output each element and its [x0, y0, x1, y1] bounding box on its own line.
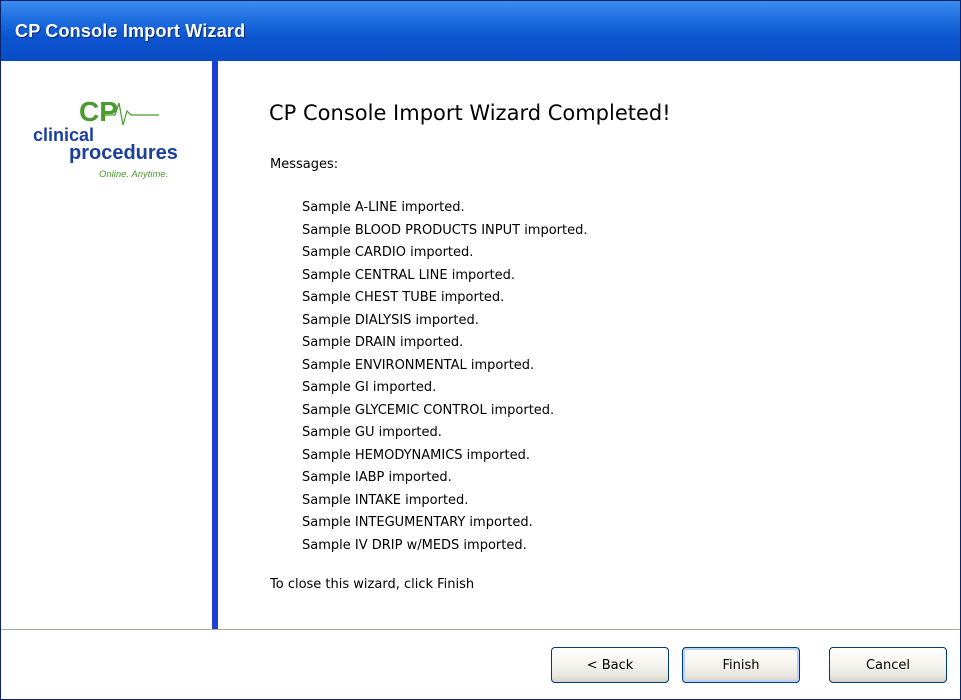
clinical-procedures-logo: CP clinical procedures Online. Anytime. — [33, 96, 178, 180]
messages-label: Messages: — [270, 157, 339, 172]
message-item: Sample GLYCEMIC CONTROL imported. — [302, 402, 555, 418]
back-button[interactable]: < Back — [551, 647, 669, 683]
right-pane: CP Console Import Wizard Completed! Mess… — [218, 61, 960, 629]
logo-line2: procedures — [69, 142, 178, 164]
close-instruction: To close this wizard, click Finish — [270, 577, 475, 592]
button-bar: < Back Finish Cancel — [1, 631, 960, 699]
finish-button[interactable]: Finish — [682, 647, 800, 683]
window-title: CP Console Import Wizard — [15, 21, 246, 41]
message-item: Sample GI imported. — [302, 380, 437, 395]
title-bar[interactable]: CP Console Import Wizard — [1, 1, 960, 62]
cancel-button[interactable]: Cancel — [829, 647, 947, 683]
message-item: Sample CHEST TUBE imported. — [302, 290, 505, 305]
logo-monogram: CP — [79, 96, 118, 127]
message-item: Sample A-LINE imported. — [302, 200, 465, 215]
message-item: Sample IABP imported. — [302, 470, 452, 485]
left-pane: CP clinical procedures Online. Anytime. — [1, 61, 212, 629]
logo-tagline: Online. Anytime. — [99, 169, 168, 180]
messages-list: Sample A-LINE imported. Sample BLOOD PRO… — [302, 197, 588, 557]
message-item: Sample INTAKE imported. — [302, 492, 469, 508]
message-item: Sample ENVIRONMENTAL imported. — [302, 357, 535, 373]
wizard-window: CP Console Import Wizard CP clinical pro… — [0, 0, 961, 700]
message-item: Sample INTEGUMENTARY imported. — [302, 515, 533, 530]
message-item: Sample DIALYSIS imported. — [302, 312, 479, 328]
message-item: Sample HEMODYNAMICS imported. — [302, 447, 530, 463]
message-item: Sample BLOOD PRODUCTS INPUT imported. — [302, 222, 588, 238]
message-item: Sample GU imported. — [302, 425, 442, 440]
completion-heading: CP Console Import Wizard Completed! — [269, 101, 671, 125]
message-item: Sample DRAIN imported. — [302, 335, 464, 350]
message-item: Sample CARDIO imported. — [302, 245, 474, 260]
message-item: Sample IV DRIP w/MEDS imported. — [302, 537, 527, 553]
wizard-content: CP clinical procedures Online. Anytime. … — [1, 61, 960, 629]
message-item: Sample CENTRAL LINE imported. — [302, 267, 516, 283]
